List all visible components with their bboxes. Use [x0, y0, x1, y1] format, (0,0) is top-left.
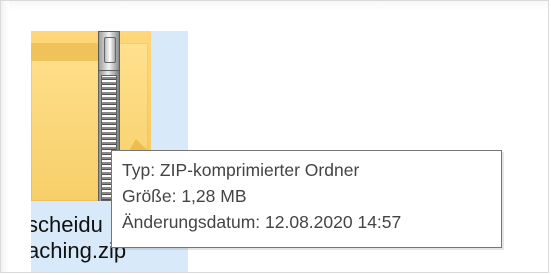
tooltip-modified: Änderungsdatum: 12.08.2020 14:57 — [122, 212, 402, 232]
tooltip-size: Größe: 1,28 MB — [122, 186, 247, 206]
tooltip-type: Typ: ZIP-komprimierter Ordner — [122, 160, 360, 180]
left-edge — [1, 1, 9, 272]
top-edge — [1, 1, 548, 11]
file-tooltip: Typ: ZIP-komprimierter Ordner Größe: 1,2… — [111, 150, 502, 248]
explorer-content-area: scheidu aching.zip Typ: ZIP-komprimierte… — [0, 0, 549, 273]
zipper-pull-icon — [98, 31, 120, 71]
